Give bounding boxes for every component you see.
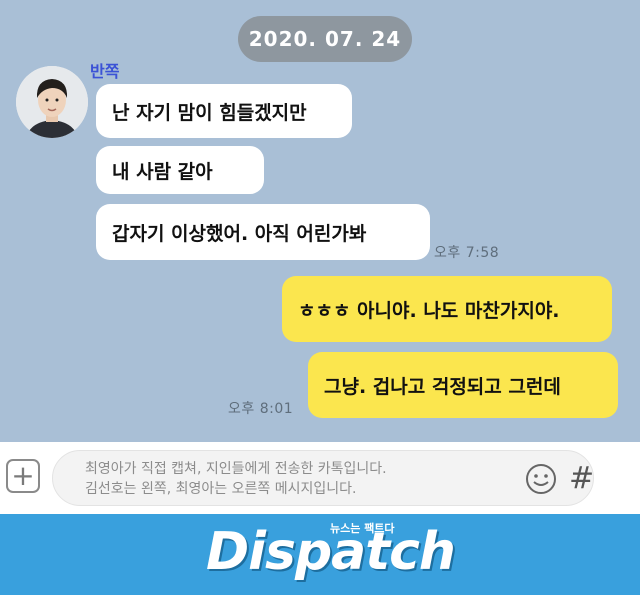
emoji-icon[interactable] [525,463,557,495]
chat-area: 2020. 07. 24 반쪽 난 자기 맘이 힘들겠지만 내 사람 같아 갑자… [0,0,640,442]
incoming-timestamp: 오후 7:58 [434,245,500,261]
message-input-bar: + 최영아가 직접 캡쳐, 지인들에게 전송한 카톡입니다. 김선호는 왼쪽, … [0,442,640,514]
outgoing-message[interactable]: ㅎㅎㅎ 아니야. 나도 마찬가지야. [282,276,612,342]
outgoing-message[interactable]: 그냥. 겁나고 걱정되고 그런데 [308,352,618,418]
message-input[interactable]: 최영아가 직접 캡쳐, 지인들에게 전송한 카톡입니다. 김선호는 왼쪽, 최영… [52,450,594,506]
avatar[interactable] [16,66,88,138]
hash-button[interactable]: # [569,461,594,496]
incoming-message[interactable]: 내 사람 같아 [96,146,264,194]
incoming-message[interactable]: 갑자기 이상했어. 아직 어린가봐 [96,204,430,260]
placeholder-line: 김선호는 왼쪽, 최영아는 오른쪽 메시지입니다. [85,481,357,497]
plus-icon[interactable]: + [6,459,40,493]
date-divider: 2020. 07. 24 [238,16,412,62]
incoming-message[interactable]: 난 자기 맘이 힘들겠지만 [96,84,352,138]
placeholder-line: 최영아가 직접 캡쳐, 지인들에게 전송한 카톡입니다. [85,461,387,477]
sender-name: 반쪽 [90,62,120,81]
profile-photo [16,66,88,138]
outgoing-timestamp: 오후 8:01 [228,401,294,417]
brand-tagline: 뉴스는 팩트다 [330,522,395,535]
brand-banner: Dispatch 뉴스는 팩트다 [0,514,640,595]
input-placeholder: 최영아가 직접 캡쳐, 지인들에게 전송한 카톡입니다. 김선호는 왼쪽, 최영… [85,459,515,499]
